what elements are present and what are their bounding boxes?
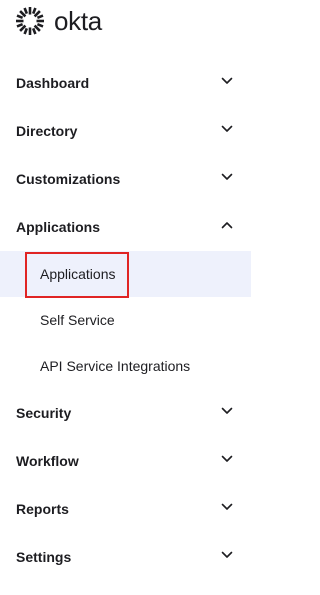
okta-sunburst-icon: [16, 7, 44, 35]
nav-section-applications[interactable]: Applications: [0, 203, 251, 251]
okta-logo[interactable]: okta: [14, 3, 102, 39]
nav-item-self-service[interactable]: Self Service: [0, 297, 251, 343]
chevron-down-icon: [221, 551, 233, 558]
chevron-down-icon: [221, 407, 233, 414]
chevron-down-icon: [221, 173, 233, 180]
chevron-down-icon: [221, 77, 233, 84]
nav-item-label: API Service Integrations: [40, 358, 191, 374]
nav-section-label: Settings: [16, 549, 72, 565]
nav-section-workflow[interactable]: Workflow: [0, 437, 251, 485]
nav-section-label: Customizations: [16, 171, 121, 187]
nav-section-security[interactable]: Security: [0, 389, 251, 437]
nav-section-label: Workflow: [16, 453, 79, 469]
brand-name: okta: [54, 6, 102, 36]
sidebar-nav: Dashboard Directory Customizations Appli…: [0, 59, 251, 581]
nav-section-settings[interactable]: Settings: [0, 533, 251, 581]
chevron-down-icon: [221, 503, 233, 510]
chevron-up-icon: [221, 222, 233, 229]
nav-section-label: Applications: [16, 219, 101, 235]
admin-sidebar: okta Dashboard Directory Customizations …: [0, 0, 251, 595]
nav-item-label: Applications: [40, 266, 116, 282]
nav-section-customizations[interactable]: Customizations: [0, 155, 251, 203]
nav-section-directory[interactable]: Directory: [0, 107, 251, 155]
nav-item-applications[interactable]: Applications: [0, 251, 251, 298]
chevron-down-icon: [221, 455, 233, 462]
nav-section-label: Dashboard: [16, 75, 90, 91]
nav-section-label: Directory: [16, 123, 78, 139]
nav-section-label: Reports: [16, 501, 69, 517]
nav-item-label: Self Service: [40, 312, 115, 328]
nav-section-reports[interactable]: Reports: [0, 485, 251, 533]
nav-section-dashboard[interactable]: Dashboard: [0, 59, 251, 107]
nav-section-label: Security: [16, 405, 72, 421]
chevron-down-icon: [221, 125, 233, 132]
nav-item-api-service-integrations[interactable]: API Service Integrations: [0, 343, 251, 389]
